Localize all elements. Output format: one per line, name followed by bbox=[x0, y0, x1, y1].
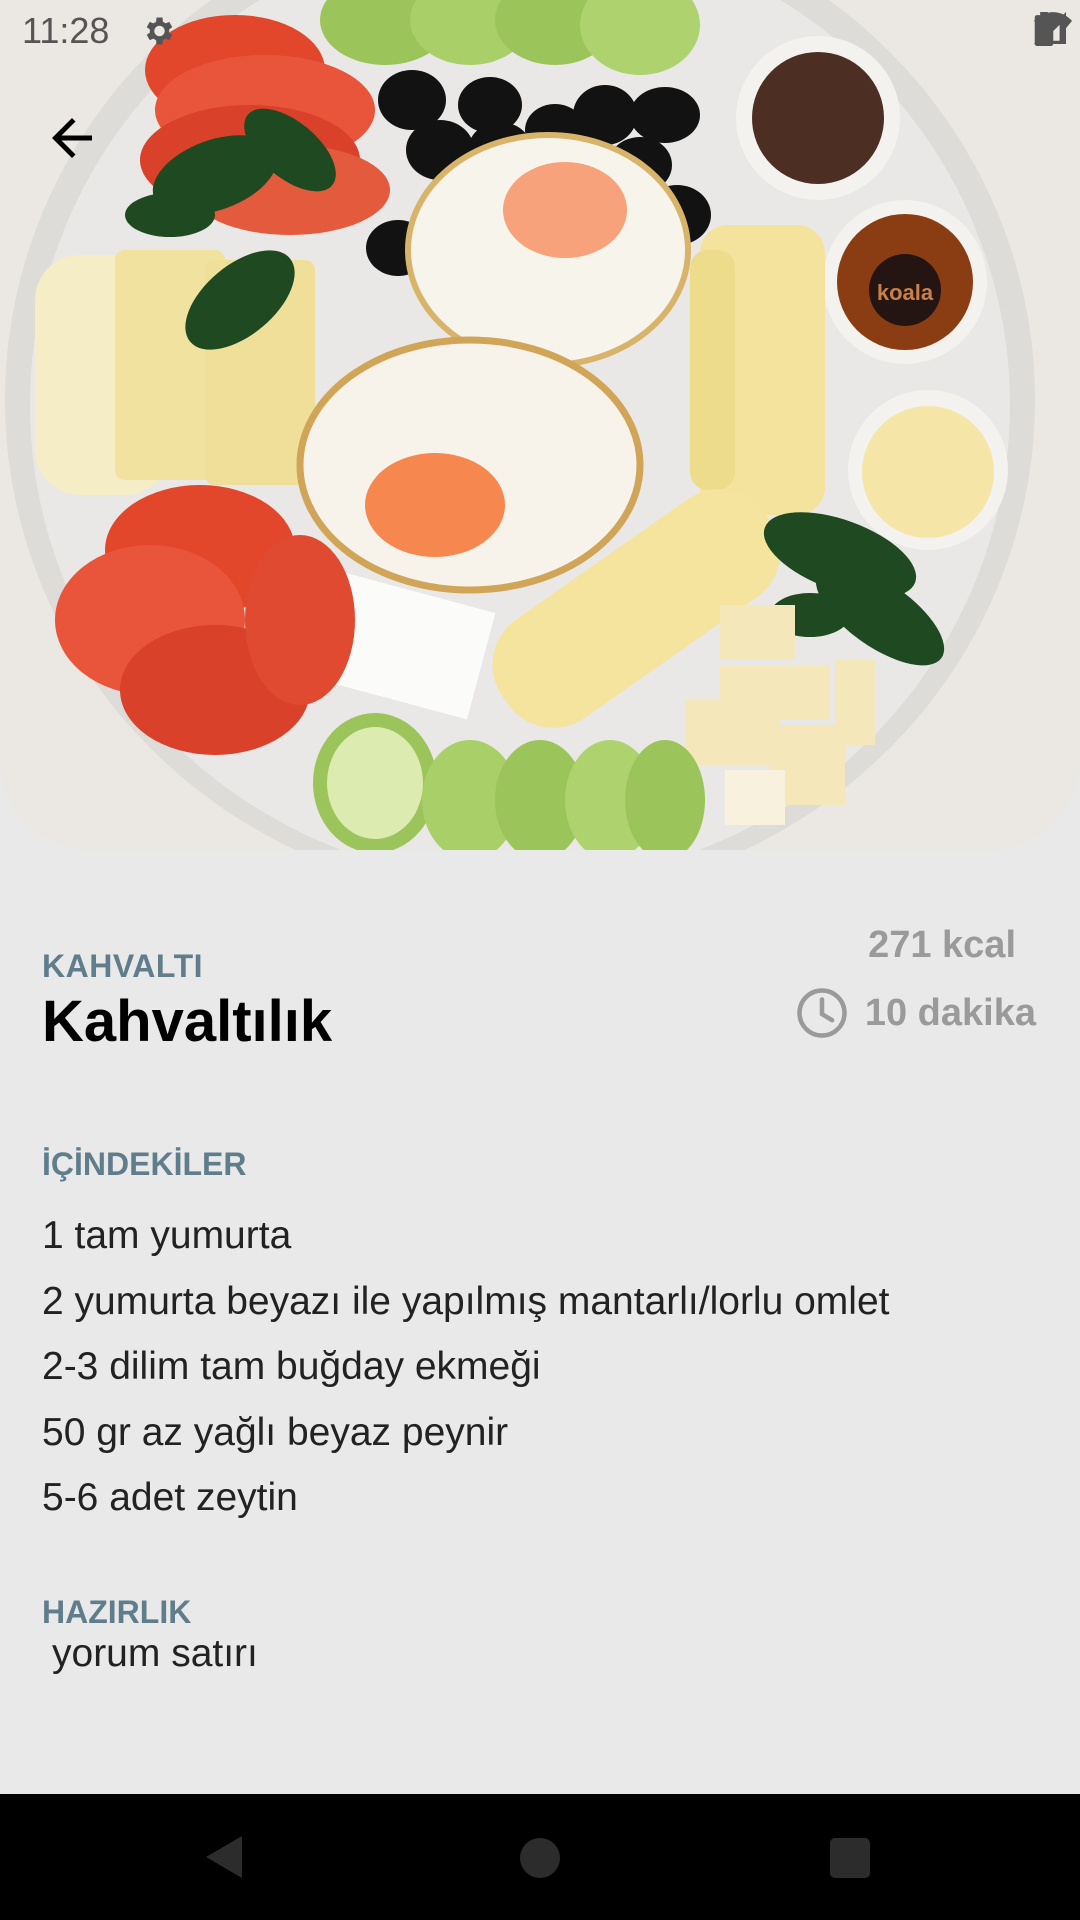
list-item: 2 yumurta beyazı ile yapılmış mantarlı/l… bbox=[42, 1279, 890, 1323]
ingredients-heading: İÇİNDEKİLER bbox=[42, 1146, 247, 1182]
home-circle-icon[interactable] bbox=[520, 1838, 560, 1878]
list-item: 5-6 adet zeytin bbox=[42, 1476, 298, 1519]
recipe-calories: 271 kcal bbox=[868, 924, 1016, 966]
recent-apps-square-icon[interactable] bbox=[830, 1838, 870, 1878]
arrow-left-icon bbox=[52, 118, 92, 158]
recipe-title: Kahvaltılık bbox=[42, 989, 333, 1054]
system-navigation-bar bbox=[0, 1794, 1080, 1920]
back-triangle-icon[interactable] bbox=[204, 1834, 244, 1885]
list-item: 1 tam yumurta bbox=[42, 1214, 292, 1257]
recipe-hero-image: koala 11:28 bbox=[0, 0, 1080, 850]
recipe-duration: 10 dakika bbox=[795, 986, 1036, 1040]
status-time: 11:28 bbox=[22, 10, 110, 51]
clock-icon bbox=[797, 988, 847, 1038]
recipe-category: KAHVALTI bbox=[42, 948, 204, 984]
list-item: 2-3 dilim tam buğday ekmeği bbox=[42, 1345, 541, 1388]
preparation-heading: HAZIRLIK bbox=[42, 1594, 192, 1630]
list-item: 50 gr az yağlı beyaz peynir bbox=[42, 1410, 509, 1454]
back-button[interactable] bbox=[42, 108, 106, 172]
duration-text: 10 dakika bbox=[864, 991, 1036, 1034]
breakfast-plate-photo: koala bbox=[0, 0, 1080, 850]
preparation-text: yorum satırı bbox=[52, 1632, 258, 1675]
status-bar: 11:28 bbox=[0, 0, 1080, 64]
jar-label: koala bbox=[877, 280, 934, 305]
ingredients-list: 1 tam yumurta 2 yumurta beyazı ile yapıl… bbox=[42, 1206, 890, 1534]
